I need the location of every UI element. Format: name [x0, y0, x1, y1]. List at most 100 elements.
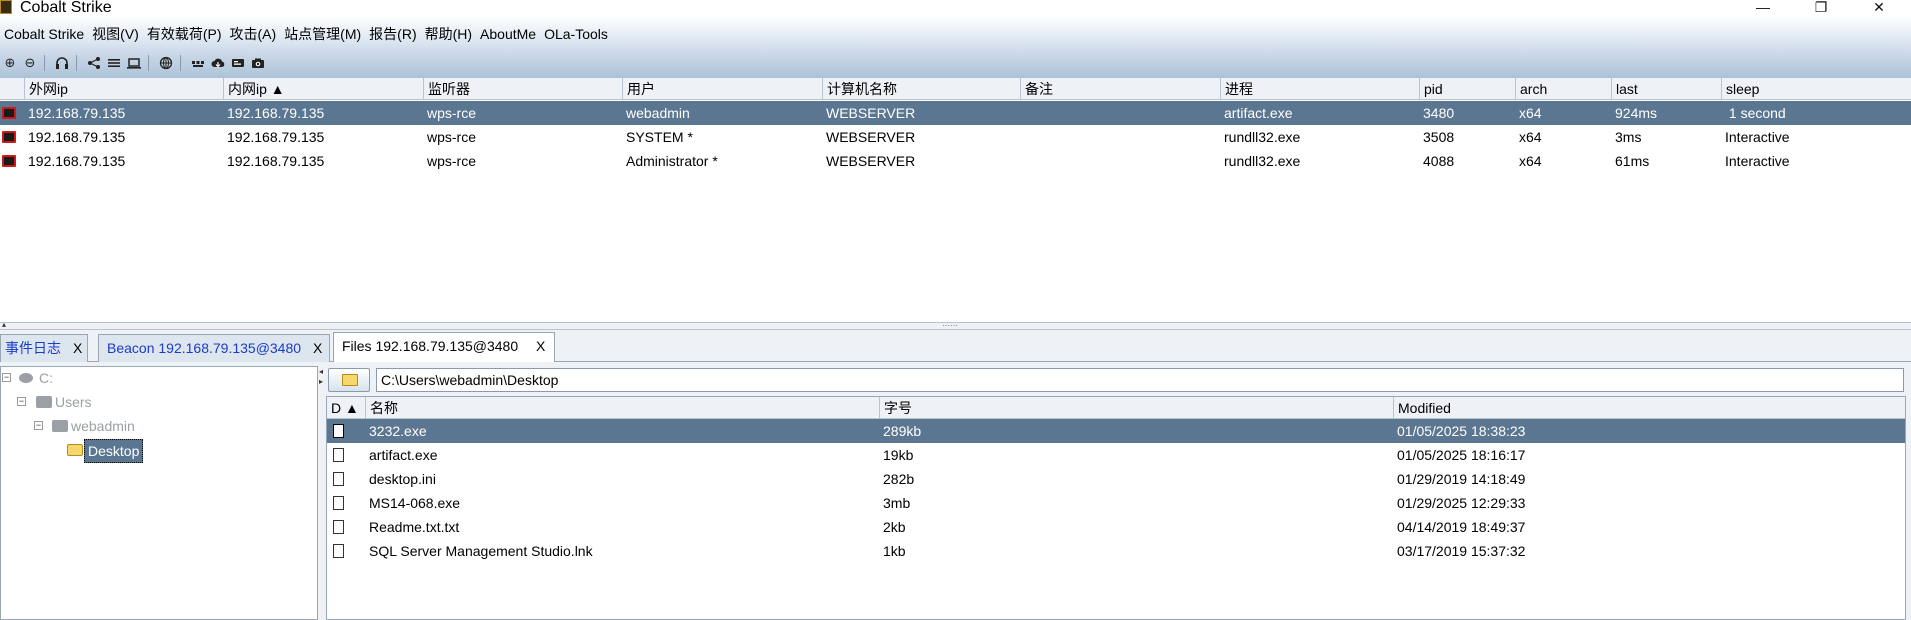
beacon-row[interactable]: 192.168.79.135 192.168.79.135 wps-rce we… — [0, 101, 1911, 125]
toolbar: ⊕ ⊖ — [0, 52, 268, 74]
file-table-header: D ▲ 名称 字号 Modified — [327, 397, 1905, 419]
close-window-button[interactable]: ✕ — [1856, 0, 1902, 16]
menu-reporting[interactable]: 报告(R) — [365, 24, 420, 44]
tree-node-drive[interactable]: − C: — [1, 367, 301, 389]
cell-pid: 3480 — [1423, 105, 1455, 121]
collapse-icon[interactable]: − — [2, 373, 11, 382]
cell-external-ip: 192.168.79.135 — [28, 129, 126, 145]
folder-icon — [52, 420, 68, 432]
cell-note — [1020, 101, 1220, 125]
target-list-icon[interactable] — [124, 53, 144, 73]
collapse-icon[interactable]: − — [34, 421, 43, 430]
cell-internal-ip: 192.168.79.135 — [227, 105, 325, 121]
beacon-row[interactable]: 192.168.79.135 192.168.79.135 wps-rce Ad… — [0, 149, 1911, 173]
beacon-session-icon — [2, 155, 16, 167]
toolbar-separator — [148, 55, 156, 71]
tree-node-webadmin[interactable]: − webadmin — [1, 415, 301, 437]
column-header-internal-ip[interactable]: 内网ip ▲ — [223, 78, 423, 100]
cell-pid: 4088 — [1423, 153, 1455, 169]
file-row[interactable]: SQL Server Management Studio.lnk 1kb 03/… — [327, 539, 1905, 563]
web-log-icon[interactable] — [156, 53, 176, 73]
credentials-icon[interactable] — [228, 53, 248, 73]
file-icon — [333, 496, 344, 510]
tab-close-icon[interactable]: X — [313, 335, 322, 361]
menu-ola-tools[interactable]: OLa-Tools — [540, 24, 612, 44]
column-header-computer[interactable]: 计算机名称 — [822, 78, 1020, 100]
vertical-splitter[interactable]: ◂ ▸ — [318, 366, 326, 620]
cell-file-modified: 04/14/2019 18:49:37 — [1397, 519, 1526, 535]
keystrokes-icon[interactable] — [188, 53, 208, 73]
tab-event-log[interactable]: 事件日志 X — [0, 334, 88, 362]
download-cloud-icon[interactable] — [208, 53, 228, 73]
file-list-table: D ▲ 名称 字号 Modified 3232.exe 289kb 01/05/… — [326, 396, 1906, 620]
column-header-modified[interactable]: Modified — [1393, 397, 1905, 419]
column-header-listener[interactable]: 监听器 — [423, 78, 622, 100]
column-header-icon[interactable] — [0, 78, 24, 100]
beacon-row[interactable]: 192.168.79.135 192.168.79.135 wps-rce SY… — [0, 125, 1911, 149]
column-header-user[interactable]: 用户 — [622, 78, 822, 100]
column-header-last[interactable]: last — [1611, 78, 1721, 100]
file-row[interactable]: desktop.ini 282b 01/29/2019 14:18:49 — [327, 467, 1905, 491]
divider-grip-icon[interactable]: ⋯⋯ — [942, 322, 958, 330]
cell-file-name: 3232.exe — [369, 423, 427, 439]
path-input[interactable] — [376, 368, 1904, 392]
tab-close-icon[interactable]: X — [536, 333, 545, 359]
menu-toolbar-area: Cobalt Strike 视图(V) 有效载荷(P) 攻击(A) 站点管理(M… — [0, 16, 1911, 78]
tree-label: Desktop — [84, 439, 144, 463]
cell-file-size: 282b — [883, 471, 915, 487]
column-header-pid[interactable]: pid — [1419, 78, 1515, 100]
cell-file-modified: 01/29/2019 14:18:49 — [1397, 471, 1526, 487]
tree-node-users[interactable]: − Users — [1, 391, 301, 413]
tab-files[interactable]: Files 192.168.79.135@3480 X — [333, 332, 555, 362]
cell-external-ip: 192.168.79.135 — [28, 153, 126, 169]
collapse-icon[interactable]: − — [17, 397, 26, 406]
cell-listener: wps-rce — [427, 105, 477, 121]
cell-external-ip: 192.168.79.135 — [28, 105, 126, 121]
tab-label: Beacon 192.168.79.135@3480 — [107, 340, 302, 356]
file-row[interactable]: MS14-068.exe 3mb 01/29/2025 12:29:33 — [327, 491, 1905, 515]
cell-file-modified: 01/05/2025 18:38:23 — [1397, 423, 1526, 439]
cell-note — [1020, 149, 1220, 173]
menu-view[interactable]: 视图(V) — [88, 24, 143, 44]
cell-listener: wps-rce — [427, 129, 477, 145]
cell-file-modified: 03/17/2019 15:37:32 — [1397, 543, 1526, 559]
column-header-size[interactable]: 字号 — [879, 397, 1393, 419]
column-header-name[interactable]: 名称 — [365, 397, 917, 419]
file-row[interactable]: 3232.exe 289kb 01/05/2025 18:38:23 — [327, 419, 1905, 443]
cell-arch: x64 — [1519, 105, 1542, 121]
menu-attacks[interactable]: 攻击(A) — [226, 24, 281, 44]
screenshot-icon[interactable] — [248, 53, 268, 73]
headphones-icon[interactable] — [52, 53, 72, 73]
menu-site-management[interactable]: 站点管理(M) — [280, 24, 365, 44]
tree-node-desktop[interactable]: Desktop — [1, 439, 301, 463]
cell-internal-ip: 192.168.79.135 — [227, 129, 325, 145]
splitter-left-arrow-icon[interactable]: ◂ — [319, 368, 323, 376]
column-header-arch[interactable]: arch — [1515, 78, 1611, 100]
splitter-right-arrow-icon[interactable]: ▸ — [319, 378, 323, 386]
menu-help[interactable]: 帮助(H) — [421, 24, 476, 44]
file-row[interactable]: Readme.txt.txt 2kb 04/14/2019 18:49:37 — [327, 515, 1905, 539]
file-icon — [333, 472, 344, 486]
menu-aboutme[interactable]: AboutMe — [476, 24, 540, 44]
cell-internal-ip: 192.168.79.135 — [227, 153, 325, 169]
cell-file-size: 19kb — [883, 447, 914, 463]
menu-cobalt-strike[interactable]: Cobalt Strike — [0, 24, 88, 44]
column-header-note[interactable]: 备注 — [1020, 78, 1220, 100]
column-header-type[interactable]: D ▲ — [327, 397, 365, 419]
disconnect-icon[interactable]: ⊖ — [20, 53, 40, 73]
pivot-graph-icon[interactable] — [84, 53, 104, 73]
connect-icon[interactable]: ⊕ — [0, 53, 20, 73]
split-pane-divider[interactable]: ▴▾ ⋯⋯ — [0, 321, 1911, 337]
menu-payloads[interactable]: 有效载荷(P) — [143, 24, 226, 44]
browse-folder-button[interactable] — [328, 368, 370, 392]
tab-close-icon[interactable]: X — [73, 335, 82, 361]
maximize-button[interactable]: ❐ — [1798, 0, 1844, 16]
tab-beacon[interactable]: Beacon 192.168.79.135@3480 X — [98, 334, 330, 362]
column-header-external-ip[interactable]: 外网ip — [24, 78, 223, 100]
column-header-process[interactable]: 进程 — [1220, 78, 1419, 100]
column-header-sleep[interactable]: sleep — [1721, 78, 1911, 100]
beacon-session-icon — [2, 107, 16, 119]
file-row[interactable]: artifact.exe 19kb 01/05/2025 18:16:17 — [327, 443, 1905, 467]
minimize-button[interactable]: — — [1740, 0, 1786, 16]
session-list-icon[interactable] — [104, 53, 124, 73]
